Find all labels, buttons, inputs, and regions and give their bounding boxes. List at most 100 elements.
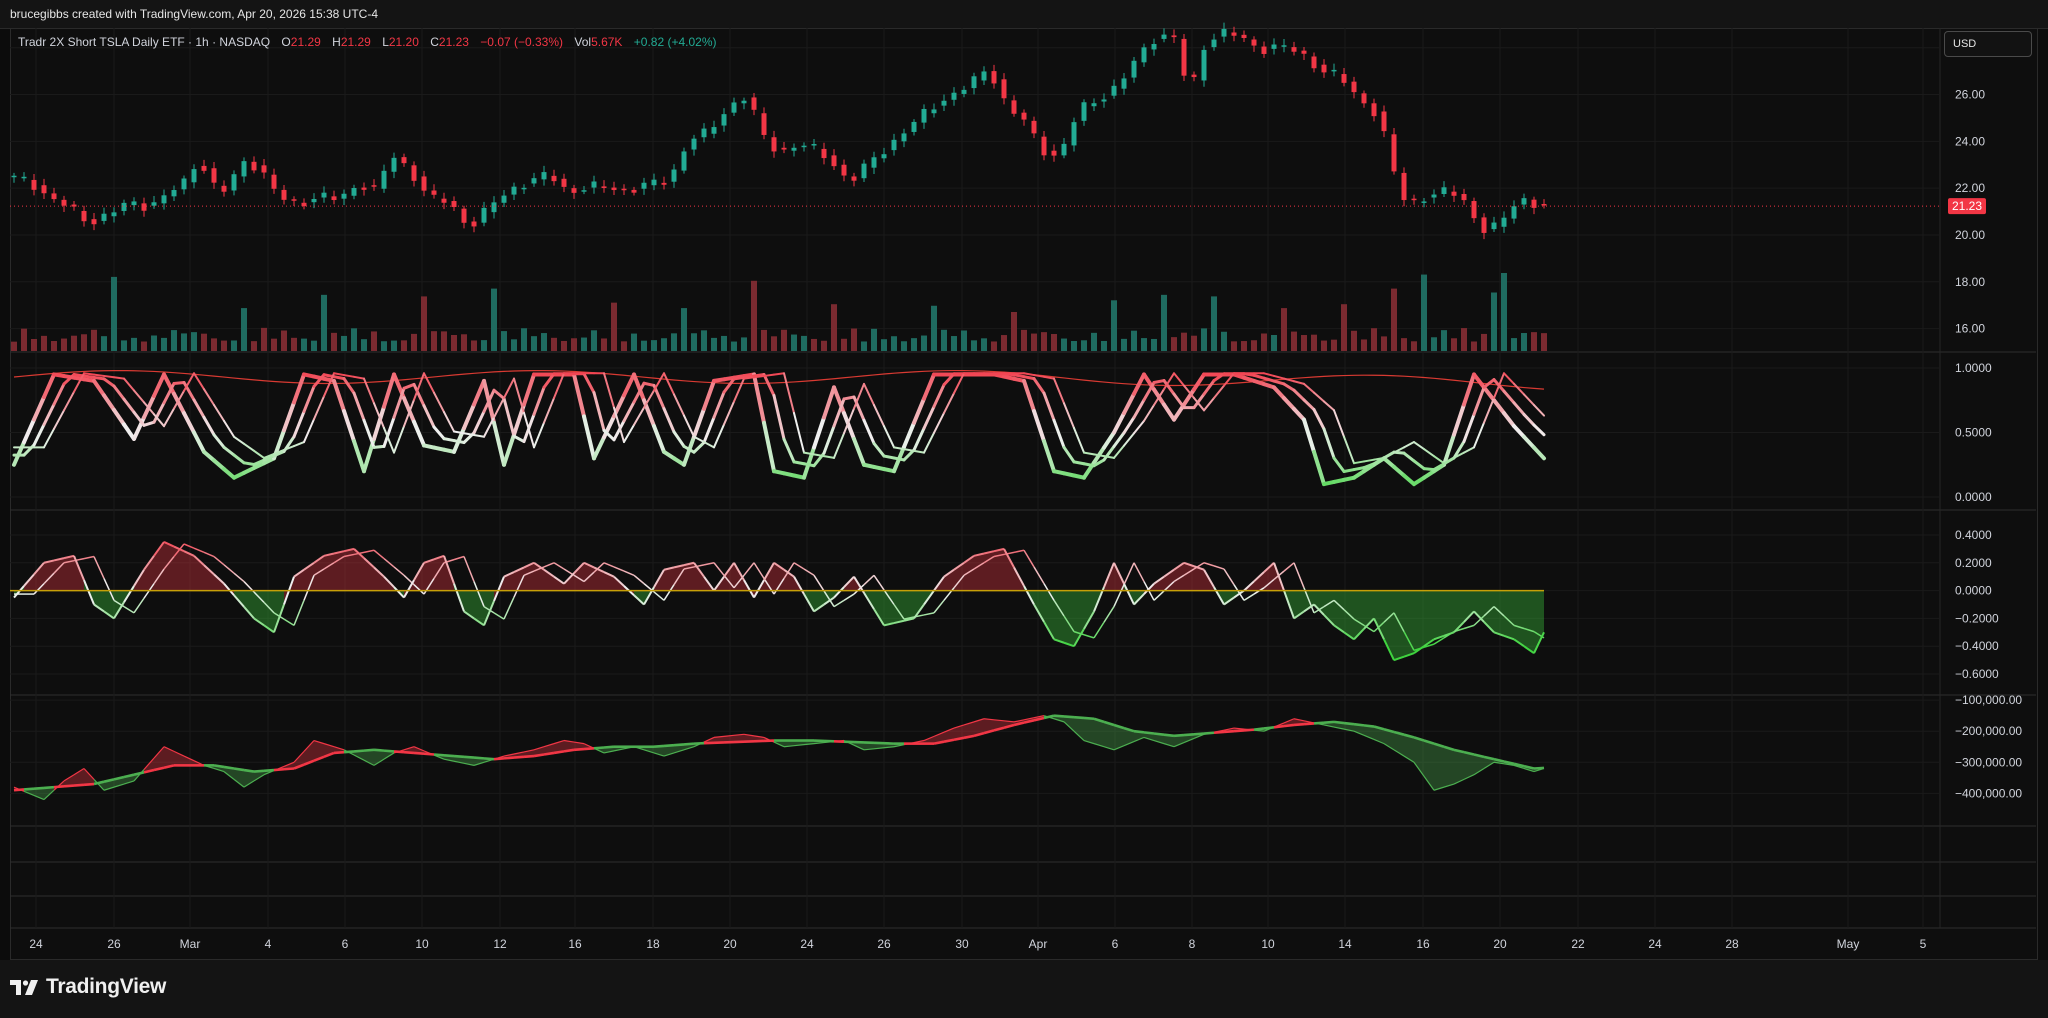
osc1-line-segment <box>93 373 105 377</box>
osc2-signal-segment <box>553 562 565 570</box>
osc1-line-segment <box>822 385 836 420</box>
osc1-line-segment <box>652 424 666 454</box>
candle-body <box>441 198 447 203</box>
osc1-line-segment <box>933 411 945 434</box>
vb-slow-segment <box>583 746 595 751</box>
candle-body <box>1361 93 1367 104</box>
osc2-signal-segment <box>873 574 885 591</box>
volume-bar <box>481 340 487 351</box>
osc2-axis-tick-label: −0.6000 <box>1955 667 1999 681</box>
osc2-signal-segment <box>633 574 645 585</box>
candle-body <box>1371 103 1377 117</box>
candle-body <box>1101 99 1107 102</box>
osc2-area-fill <box>1054 590 1064 643</box>
osc2-axis-tick-label: −0.2000 <box>1955 611 1999 625</box>
osc1-line-segment <box>1502 411 1516 429</box>
x-axis-tick-label: Mar <box>180 937 201 951</box>
osc1-line-segment <box>1492 398 1506 416</box>
osc2-axis-tick-label: −0.4000 <box>1955 639 1999 653</box>
volume-bar <box>1431 337 1437 351</box>
osc1-line-segment <box>1123 432 1135 447</box>
x-axis-tick-label: 26 <box>877 937 891 951</box>
vb-slow-segment <box>333 750 345 755</box>
close-value: 21.23 <box>438 35 469 49</box>
osc2-area-fill <box>914 590 924 619</box>
osc1-line-segment <box>872 441 886 458</box>
osc1-line-segment <box>1152 379 1166 385</box>
volume-bar <box>841 338 847 351</box>
volume-bar <box>1051 334 1057 351</box>
vb-slow-segment <box>1183 733 1195 737</box>
volume-change: +0.82 (+4.02%) <box>633 35 717 49</box>
vb-slow-segment <box>593 746 605 750</box>
osc1-line-segment <box>1422 467 1436 472</box>
vb-area-fill <box>1444 746 1454 788</box>
candle-body <box>201 165 207 171</box>
osc2-area-fill <box>1414 590 1424 654</box>
osc1-line-segment <box>472 410 486 435</box>
candle-body <box>1541 204 1547 206</box>
candle-body <box>1131 60 1137 78</box>
tradingview-logo[interactable]: TradingView <box>10 975 166 999</box>
candle-body <box>341 193 347 199</box>
volume-bar <box>821 340 827 351</box>
candle-body <box>1061 143 1067 156</box>
vb-slow-segment <box>433 753 445 757</box>
osc1-line-segment <box>1342 468 1356 474</box>
currency-button[interactable]: USD <box>1944 31 2032 57</box>
candle-body <box>401 157 407 164</box>
candle-body <box>381 170 387 189</box>
osc1-line-segment <box>152 372 166 398</box>
candle-body <box>641 182 647 189</box>
osc1-line-segment <box>1463 446 1475 454</box>
osc1-line-segment <box>332 378 346 413</box>
candle-body <box>1391 134 1397 172</box>
candle-body <box>621 188 627 191</box>
candle-body <box>241 161 247 177</box>
candle-body <box>191 169 197 183</box>
volume-bar <box>1091 332 1097 351</box>
osc1-line-segment <box>1083 451 1095 456</box>
osc1-line-segment <box>443 411 455 433</box>
osc1-line-segment <box>1042 439 1056 474</box>
osc1-line-segment <box>733 377 745 403</box>
osc1-line-segment <box>53 409 65 430</box>
vb-slow-segment <box>63 784 75 788</box>
candle-body <box>51 193 57 200</box>
osc1-line-segment <box>113 376 125 380</box>
volume-bar <box>61 338 67 351</box>
candle-body <box>941 100 947 106</box>
osc2-area-fill <box>974 553 984 591</box>
volume-bar <box>1111 300 1117 351</box>
osc2-area-fill <box>1084 590 1094 629</box>
volume-bar <box>601 338 607 351</box>
osc2-signal-segment <box>623 570 635 576</box>
osc2-signal-segment <box>603 562 615 568</box>
osc2-signal-segment <box>923 612 935 616</box>
volume-bar <box>861 341 867 351</box>
osc1-line-segment <box>723 400 735 426</box>
volume-bar <box>1381 336 1387 351</box>
candle-body <box>1511 206 1517 219</box>
osc2-signal-segment <box>183 543 195 549</box>
osc2-area-fill <box>434 555 444 591</box>
chart-canvas[interactable]: 24 26 Mar 4 6 10 12 16 18 20 24 26 30 Apr 6 8 10 14 16 20 22… <box>0 0 2048 960</box>
osc1-line-segment <box>172 381 186 385</box>
vb-axis-tick-label: −200,000.00 <box>1955 724 2022 738</box>
osc2-signal-segment <box>93 556 105 579</box>
osc1-line-segment <box>802 462 816 468</box>
volume-bar <box>561 340 567 351</box>
candle-body <box>261 165 267 173</box>
volume-bar <box>21 328 27 351</box>
osc2-signal-segment <box>1223 568 1235 586</box>
osc1-line-segment <box>1173 372 1185 387</box>
vb-slow-segment <box>363 748 375 752</box>
osc1-line-segment <box>22 417 36 445</box>
osc2-area-fill <box>354 548 364 591</box>
osc2-area-fill <box>1354 590 1364 640</box>
osc1-line-segment <box>842 411 856 441</box>
osc1-line-segment <box>1162 402 1176 422</box>
volume-bar <box>1271 334 1277 351</box>
osc1-line-segment <box>1012 373 1026 379</box>
vb-slow-segment <box>83 782 95 787</box>
